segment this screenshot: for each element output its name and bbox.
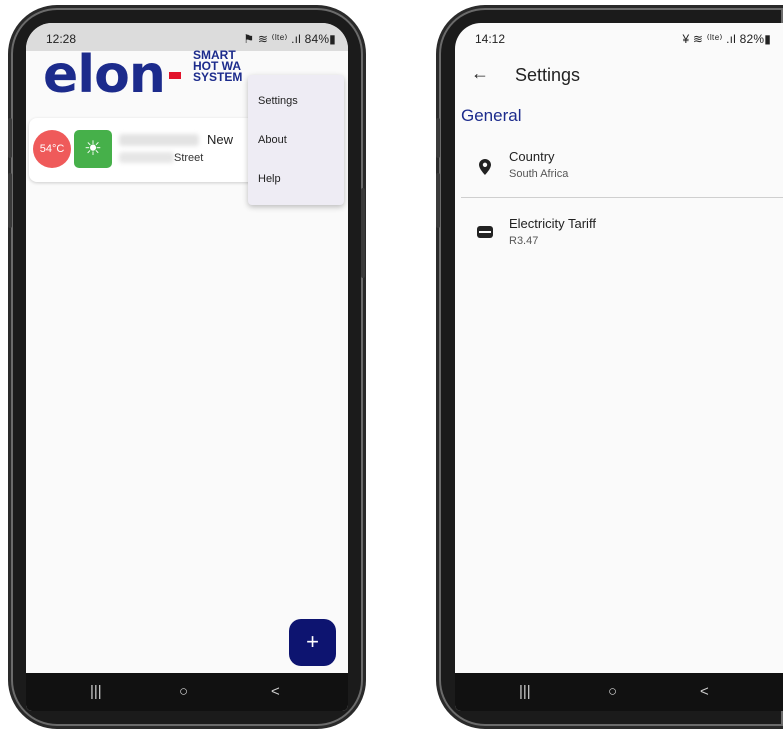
side-button (8, 118, 12, 158)
logo-tagline: SMART HOT WA SYSTEM (193, 48, 243, 84)
home-button[interactable]: ○ (179, 683, 188, 700)
page-title: Settings (515, 65, 581, 85)
device-name-suffix: New (207, 132, 234, 147)
recents-button[interactable]: ||| (519, 683, 531, 700)
right-screen: 14:12 ¥ ≋ ⁽ˡᵗᵉ⁾ .ıl 82%▮ ← Settings Gene… (455, 23, 783, 711)
left-screen: 12:28 ⚑ ≋ ⁽ˡᵗᵉ⁾ .ıl 84%▮ elon SMART HOT … (26, 23, 348, 711)
menu-item-help[interactable]: Help (258, 173, 281, 185)
side-button (436, 118, 440, 158)
add-device-button[interactable]: + (289, 619, 336, 666)
overflow-menu: Settings About Help (248, 75, 344, 205)
back-nav-button[interactable]: < (271, 683, 280, 700)
wallet-icon (477, 226, 493, 238)
location-pin-icon (479, 159, 491, 175)
electricity-tariff-value: R3.47 (509, 235, 539, 247)
back-nav-button[interactable]: < (700, 683, 709, 700)
menu-item-about[interactable]: About (258, 134, 287, 146)
temperature-badge: 54°C (33, 130, 71, 168)
blurred-address (119, 152, 174, 163)
status-time: 12:28 (46, 32, 77, 46)
nav-bar: ||| ○ < (455, 673, 783, 711)
sun-icon: ☀ (74, 130, 112, 168)
side-button (361, 188, 365, 278)
device-card[interactable]: 54°C ☀ New Street (29, 118, 279, 182)
side-button (436, 173, 440, 228)
menu-item-settings[interactable]: Settings (258, 95, 298, 107)
electricity-tariff-label: Electricity Tariff (509, 216, 596, 231)
right-phone: 14:12 ¥ ≋ ⁽ˡᵗᵉ⁾ .ıl 82%▮ ← Settings Gene… (436, 8, 783, 726)
section-heading-general: General (461, 106, 522, 125)
back-arrow-icon[interactable]: ← (471, 63, 489, 84)
elon-logo: elon (43, 45, 166, 105)
divider (461, 197, 783, 198)
nav-bar: ||| ○ < (26, 673, 348, 711)
recents-button[interactable]: ||| (90, 683, 102, 700)
device-street: Street (174, 152, 204, 164)
status-icons: ⚑ ≋ ⁽ˡᵗᵉ⁾ .ıl 84%▮ (243, 32, 336, 46)
status-bar: 14:12 ¥ ≋ ⁽ˡᵗᵉ⁾ .ıl 82%▮ (455, 23, 783, 51)
side-button (8, 173, 12, 228)
country-label: Country (509, 149, 555, 164)
left-phone: 12:28 ⚑ ≋ ⁽ˡᵗᵉ⁾ .ıl 84%▮ elon SMART HOT … (8, 8, 365, 726)
blurred-device-name (119, 134, 199, 146)
status-time: 14:12 (475, 32, 506, 46)
logo-dash (169, 72, 181, 79)
setting-row-country[interactable]: Country South Africa (455, 143, 783, 193)
status-icons: ¥ ≋ ⁽ˡᵗᵉ⁾ .ıl 82%▮ (682, 32, 771, 46)
setting-row-electricity-tariff[interactable]: Electricity Tariff R3.47 (455, 209, 783, 259)
home-button[interactable]: ○ (608, 683, 617, 700)
country-value: South Africa (509, 168, 569, 180)
